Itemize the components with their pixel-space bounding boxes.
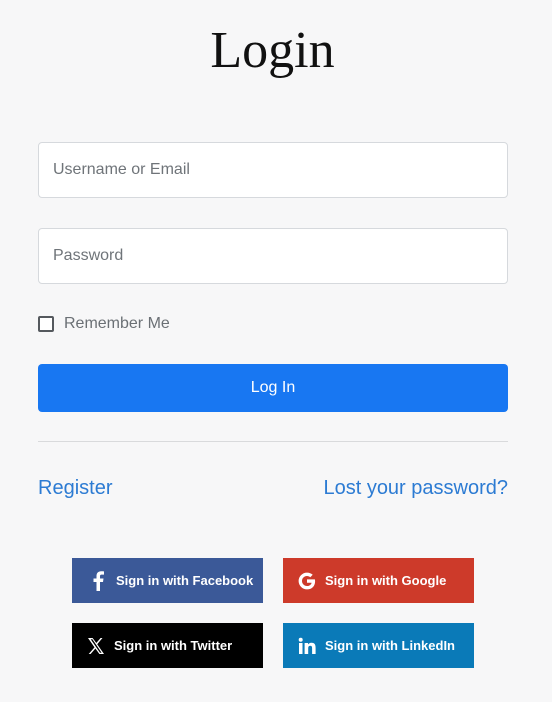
lost-password-link[interactable]: Lost your password? [323,476,508,500]
username-input[interactable] [38,142,508,198]
page-title: Login [210,22,335,79]
google-signin-button[interactable]: Sign in with Google [283,558,474,603]
facebook-icon [88,570,108,592]
facebook-signin-button[interactable]: Sign in with Facebook [72,558,263,603]
linkedin-signin-button[interactable]: Sign in with LinkedIn [283,623,474,668]
password-input[interactable] [38,228,508,284]
remember-me-label: Remember Me [64,315,170,332]
linkedin-icon [297,635,317,657]
google-icon [297,570,317,592]
remember-me[interactable]: Remember Me [38,314,170,334]
linkedin-signin-label: Sign in with LinkedIn [325,638,455,653]
register-link[interactable]: Register [38,476,112,500]
twitter-signin-button[interactable]: Sign in with Twitter [72,623,263,668]
twitter-signin-label: Sign in with Twitter [114,638,233,653]
google-signin-label: Sign in with Google [325,573,447,588]
facebook-signin-label: Sign in with Facebook [116,573,254,588]
login-button[interactable]: Log In [38,364,508,412]
x-twitter-icon [86,635,106,657]
divider [38,441,508,442]
remember-me-checkbox[interactable] [38,316,54,332]
